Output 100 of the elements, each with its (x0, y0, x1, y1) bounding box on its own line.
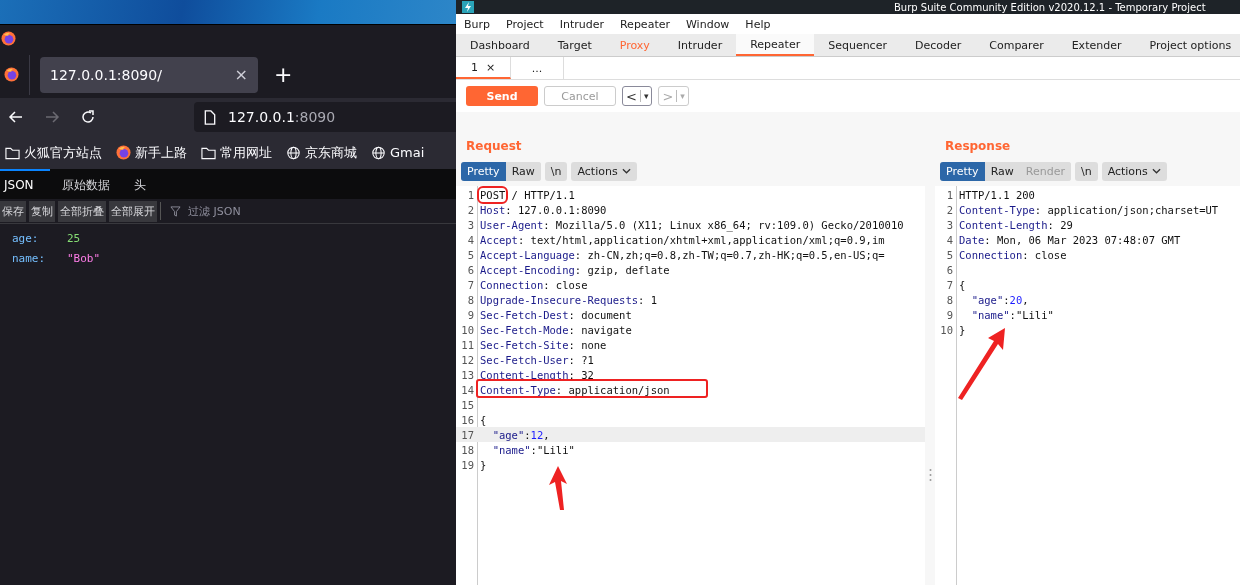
code-line: Content-Length: 29 (959, 218, 1073, 231)
line-number: 6 (945, 263, 953, 276)
code-line: "age":20, (970, 293, 1029, 306)
menu-item[interactable]: Project (506, 17, 544, 31)
toolbar-button[interactable]: 全部展开 (109, 200, 157, 222)
code-line: Connection: close (959, 248, 1067, 261)
menu-item[interactable]: Intruder (559, 17, 604, 31)
firefox-icon (116, 145, 131, 160)
annotation-arrow (957, 328, 1007, 400)
code-line: { (959, 278, 966, 291)
code-line: Content-Type: application/json (480, 383, 670, 396)
code-line: Sec-Fetch-Mode: navigate (480, 323, 632, 336)
firefox-icon (1, 30, 16, 46)
request-tab[interactable]: 1 × (456, 57, 511, 79)
toolbar-button[interactable]: 保存 (0, 200, 26, 222)
bookmark[interactable]: 新手上路 (116, 143, 187, 162)
viewer-tab[interactable]: 原始数据 (57, 169, 122, 199)
menu-item[interactable]: Burp (464, 17, 491, 31)
tool-tab[interactable]: Sequencer (814, 34, 901, 56)
code-line: Sec-Fetch-Site: none (480, 338, 607, 351)
code-line: "name":"Lili" (491, 443, 575, 456)
line-number: 8 (466, 293, 474, 306)
bookmark[interactable]: 京东商城 (286, 143, 357, 162)
json-value: 25 (67, 231, 81, 245)
line-number: 9 (466, 308, 474, 321)
address-bar[interactable]: 127.0.0.1:8090 (194, 102, 456, 132)
chevron-icon (1151, 168, 1161, 174)
code-line: HTTP/1.1 200 (959, 188, 1035, 201)
code-line: Accept-Language: zh-CN,zh;q=0.8,zh-TW;q=0.7,zh-HK;q=0.5,en-US;q= (480, 248, 885, 261)
line-number: 4 (466, 233, 474, 246)
bookmark[interactable]: 火狐官方站点 (5, 143, 102, 162)
new-tab-button[interactable]: + (268, 62, 293, 87)
tool-tab[interactable]: Dashboard (456, 34, 544, 56)
tool-tab[interactable]: Extender (1057, 34, 1136, 56)
code-line: Content-Type: application/json;charset=UT (959, 203, 1219, 216)
bookmark[interactable]: Gmai (371, 145, 425, 160)
tool-tab[interactable]: Project options (1135, 34, 1240, 56)
line-number: 18 (460, 443, 474, 456)
actions-button[interactable]: Actions (1101, 161, 1167, 181)
tool-tab[interactable]: Intruder (663, 34, 737, 56)
line-number: 15 (460, 398, 474, 411)
code-line: Date: Mon, 06 Mar 2023 07:48:07 GMT (959, 233, 1181, 246)
menu-item[interactable]: Repeater (619, 17, 670, 31)
menu-item[interactable]: Window (686, 17, 730, 31)
tool-tab[interactable]: Decoder (900, 34, 976, 56)
line-number: 10 (939, 323, 953, 336)
tool-tab[interactable]: Repeater (736, 34, 815, 56)
tab-label: 1 (470, 60, 478, 74)
drag-handle-icon[interactable] (928, 468, 932, 482)
view-mode-button[interactable]: Pretty (461, 161, 506, 181)
line-number: 10 (460, 323, 474, 336)
line-number: 14 (460, 383, 474, 396)
line-number: 3 (466, 218, 474, 231)
line-number: 8 (945, 293, 953, 306)
code-line: "name":"Lili" (970, 308, 1054, 321)
line-number: 16 (460, 413, 474, 426)
reload-icon[interactable] (80, 109, 96, 125)
history-button[interactable]: < ▾ (622, 86, 653, 106)
toolbar-button[interactable]: 全部折叠 (58, 200, 106, 222)
folder-icon (5, 145, 20, 160)
line-number: 1 (945, 188, 953, 201)
back-icon[interactable] (8, 109, 24, 125)
close-tab-button[interactable]: × (485, 60, 496, 74)
code-line: Accept: text/html,application/xhtml+xml,application/xml;q=0.9,im (480, 233, 885, 246)
line-number: 7 (466, 278, 474, 291)
line-number: 5 (945, 248, 953, 261)
line-number: 1 (466, 188, 474, 201)
forward-icon[interactable] (44, 109, 60, 125)
tool-tab[interactable]: Target (543, 34, 606, 56)
globe-icon (286, 145, 301, 160)
viewer-tab[interactable]: 头 (129, 169, 158, 199)
newline-toggle-button[interactable]: \n (544, 161, 568, 181)
firefox-icon (4, 67, 19, 82)
line-number: 3 (945, 218, 953, 231)
panel-title: Response (944, 138, 1012, 155)
window-title: Burp Suite Community Edition v2020.12.1 - Temporary Project (894, 1, 1206, 13)
line-number: 4 (945, 233, 953, 246)
tool-tab[interactable]: Comparer (975, 34, 1058, 56)
code-line: } (959, 323, 966, 336)
tab-title: 127.0.0.1:8090/ (50, 66, 162, 83)
code-line: Content-Length: 32 (480, 368, 594, 381)
menu-item[interactable]: Help (745, 17, 771, 31)
code-line: User-Agent: Mozilla/5.0 (X11; Linux x86_64; rv:109.0) Gecko/2010010 (480, 218, 904, 231)
code-line: Sec-Fetch-Dest: document (480, 308, 632, 321)
folder-icon (201, 145, 216, 160)
browser-tab[interactable]: 127.0.0.1:8090/ × (40, 56, 258, 93)
bookmark[interactable]: 常用网址 (201, 143, 272, 162)
line-number: 19 (460, 458, 474, 471)
json-key: age: (12, 231, 67, 245)
request-tab[interactable]: ... (511, 57, 564, 79)
newline-toggle-button[interactable]: \n (1074, 161, 1098, 181)
line-number: 13 (460, 368, 474, 381)
close-tab-button[interactable]: × (234, 65, 248, 84)
line-number: 9 (945, 308, 953, 321)
toolbar-button[interactable]: 复制 (29, 200, 55, 222)
view-mode-button[interactable]: Pretty (940, 161, 985, 181)
code-line: Upgrade-Insecure-Requests: 1 (480, 293, 657, 306)
line-number: 6 (466, 263, 474, 276)
code-line: POST / HTTP/1.1 (480, 188, 575, 201)
actions-button[interactable]: Actions (571, 161, 637, 181)
